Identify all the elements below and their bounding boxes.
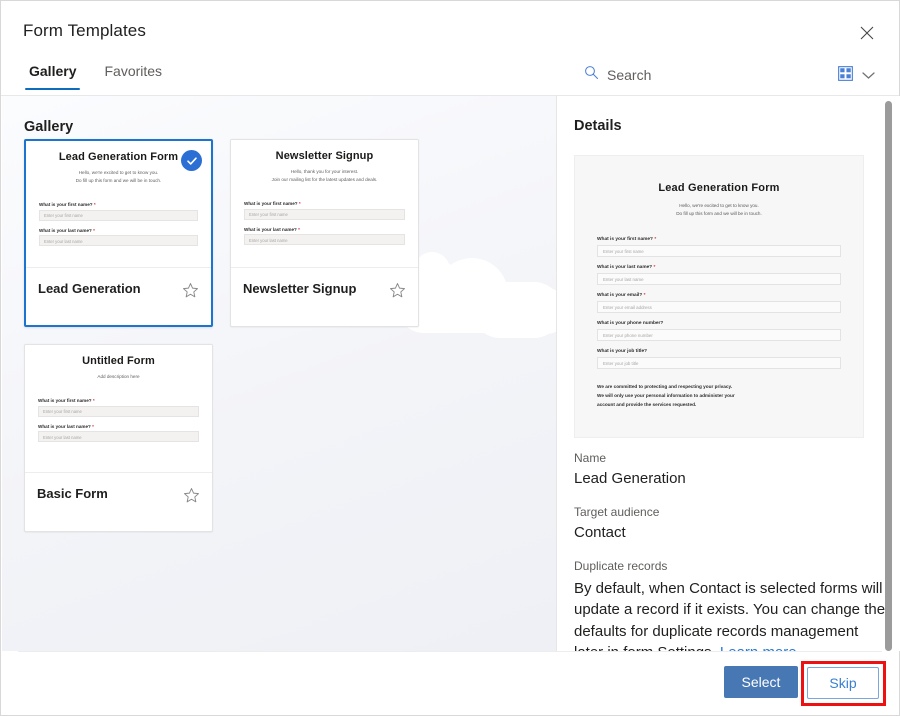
detail-name-label: Name (574, 451, 686, 465)
template-card-basic-form[interactable]: Untitled Form Add description here What … (24, 344, 213, 532)
select-button[interactable]: Select (724, 666, 798, 698)
card-footer: Newsletter Signup (231, 268, 418, 326)
form-templates-dialog: Form Templates Gallery Favorites Search (0, 0, 900, 716)
learn-more-link[interactable]: Learn more (720, 644, 797, 651)
preview-field: What is your last name? * Enter your las… (244, 227, 405, 246)
details-form-preview: Lead Generation Form Hello, we're excite… (574, 155, 864, 438)
details-preview-field: What is your job title? Enter your job t… (597, 349, 841, 369)
card-footer: Basic Form (25, 473, 212, 531)
details-preview-field: What is your phone number? Enter your ph… (597, 321, 841, 341)
preview-subtitle: Hello, we're excited to get to know you.… (39, 169, 198, 185)
preview-title: Untitled Form (38, 355, 199, 367)
preview-field: What is your first name? * Enter your fi… (39, 202, 198, 221)
close-button[interactable] (851, 17, 883, 49)
preview-subtitle: Hello, thank you for your interest. Join… (244, 168, 405, 184)
chevron-down-icon[interactable] (862, 67, 875, 85)
details-preview-subtitle: Hello, we're excited to get to know you.… (597, 202, 841, 219)
template-card-grid: Lead Generation Form Hello, we're excite… (24, 139, 444, 532)
check-circle-icon (181, 150, 202, 171)
close-icon (860, 26, 874, 40)
detail-duplicate-text: By default, when Contact is selected for… (574, 580, 885, 651)
search-placeholder: Search (607, 67, 651, 83)
detail-field-target-audience: Target audience Contact (574, 505, 659, 541)
details-scrollbar-thumb[interactable] (885, 101, 892, 651)
tab-favorites-label: Favorites (104, 63, 162, 79)
detail-field-name: Name Lead Generation (574, 451, 686, 487)
star-outline-icon[interactable] (182, 281, 199, 299)
page-title: Form Templates (23, 21, 146, 41)
star-outline-icon[interactable] (389, 281, 406, 299)
view-toggle[interactable] (838, 66, 875, 86)
preview-field: What is your first name? * Enter your fi… (38, 398, 199, 417)
details-preview-field: What is your email? * Enter your email a… (597, 293, 841, 313)
detail-name-value: Lead Generation (574, 470, 686, 487)
template-card-newsletter-signup[interactable]: Newsletter Signup Hello, thank you for y… (230, 139, 419, 327)
detail-field-duplicate-records: Duplicate records By default, when Conta… (574, 559, 886, 651)
detail-audience-label: Target audience (574, 505, 659, 519)
template-card-lead-generation[interactable]: Lead Generation Form Hello, we're excite… (24, 139, 213, 327)
details-preview-field: What is your last name? * Enter your las… (597, 265, 841, 285)
search-icon (584, 65, 599, 85)
details-pane: Details Lead Generation Form Hello, we'r… (557, 96, 900, 651)
preview-field: What is your first name? * Enter your fi… (244, 201, 405, 220)
tab-list: Gallery Favorites (25, 63, 166, 90)
tab-gallery-label: Gallery (29, 63, 76, 79)
details-scrollbar[interactable] (883, 96, 894, 651)
card-title: Basic Form (37, 486, 108, 501)
details-preview-privacy: We are committed to protecting and respe… (597, 382, 841, 409)
card-title: Lead Generation (38, 281, 141, 296)
card-preview: Untitled Form Add description here What … (25, 345, 212, 473)
preview-subtitle: Add description here (38, 373, 199, 381)
card-preview: Newsletter Signup Hello, thank you for y… (231, 140, 418, 268)
tab-favorites[interactable]: Favorites (100, 63, 166, 90)
details-preview-field: What is your first name? * Enter your fi… (597, 237, 841, 257)
footer-divider (18, 651, 882, 652)
skip-button[interactable]: Skip (807, 667, 879, 699)
details-heading: Details (574, 118, 622, 134)
detail-duplicate-label: Duplicate records (574, 559, 886, 573)
preview-field: What is your last name? * Enter your las… (39, 228, 198, 247)
preview-title: Newsletter Signup (244, 150, 405, 162)
search-input[interactable]: Search (584, 65, 651, 85)
preview-field: What is your last name? * Enter your las… (38, 424, 199, 443)
detail-duplicate-body: By default, when Contact is selected for… (574, 578, 886, 651)
detail-audience-value: Contact (574, 524, 659, 541)
gallery-heading: Gallery (24, 119, 73, 135)
cloud-decoration-tail (489, 288, 556, 334)
tab-gallery[interactable]: Gallery (25, 63, 80, 90)
card-footer: Lead Generation (26, 268, 211, 325)
grid-view-icon[interactable] (838, 66, 853, 86)
details-preview-title: Lead Generation Form (597, 182, 841, 194)
star-outline-icon[interactable] (183, 486, 200, 504)
card-title: Newsletter Signup (243, 281, 356, 296)
preview-title: Lead Generation Form (39, 151, 198, 163)
